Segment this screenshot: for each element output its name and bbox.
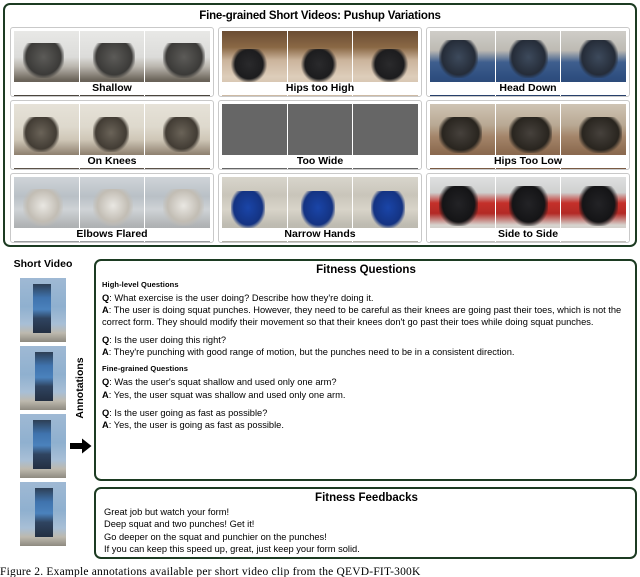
figure-root: Fine-grained Short Videos: Pushup Variat… bbox=[0, 0, 640, 577]
variation-cell[interactable]: Narrow Hands bbox=[218, 173, 422, 243]
variation-cell[interactable]: On Knees bbox=[10, 100, 214, 170]
qa-pair: Q: What exercise is the user doing? Desc… bbox=[102, 292, 630, 328]
variation-cell[interactable]: Hips Too Low bbox=[426, 100, 630, 170]
arrow-right-icon bbox=[70, 438, 92, 454]
fitness-feedbacks-panel: Fitness Feedbacks Great job but watch yo… bbox=[94, 487, 637, 559]
feedback-lines: Great job but watch your form! Deep squat… bbox=[104, 506, 629, 555]
variation-label: Shallow bbox=[11, 82, 213, 95]
answer-line: A: Yes, the user squat was shallow and u… bbox=[102, 389, 630, 401]
variation-cell[interactable]: Side to Side bbox=[426, 173, 630, 243]
variation-cell[interactable]: Too Wide bbox=[218, 100, 422, 170]
question-section-heading: High-level Questions bbox=[102, 280, 179, 289]
questions-body: High-level Questions Q: What exercise is … bbox=[102, 280, 630, 431]
answer-line: A: Yes, the user is going as fast as pos… bbox=[102, 419, 630, 431]
variation-label: Too Wide bbox=[219, 155, 421, 168]
figure-caption: Figure 2. Example annotations available … bbox=[0, 566, 421, 577]
pushup-variations-title: Fine-grained Short Videos: Pushup Variat… bbox=[199, 10, 441, 22]
variation-label: Elbows Flared bbox=[11, 228, 213, 241]
answer-line: A: They're punching with good range of m… bbox=[102, 346, 630, 358]
answer-marker: A bbox=[102, 389, 109, 400]
variation-label: Hips Too Low bbox=[427, 155, 629, 168]
annotations-label: Annotations bbox=[74, 357, 86, 419]
question-line: Q: What exercise is the user doing? Desc… bbox=[102, 292, 630, 304]
question-text: : Was the user's squat shallow and used … bbox=[109, 377, 337, 388]
variation-label: Hips too High bbox=[219, 82, 421, 95]
question-section-heading: Fine-grained Questions bbox=[102, 364, 188, 374]
variation-label: Narrow Hands bbox=[219, 228, 421, 241]
short-video-title: Short Video bbox=[13, 258, 73, 270]
feedback-line: Deep squat and two punches! Get it! bbox=[104, 519, 255, 530]
question-line: Q: Is the user going as fast as possible… bbox=[102, 407, 630, 419]
fitness-feedbacks-title: Fitness Feedbacks bbox=[315, 492, 418, 504]
question-text: : Is the user doing this right? bbox=[109, 335, 227, 346]
question-line: Q: Was the user's squat shallow and used… bbox=[102, 376, 630, 388]
answer-marker: A bbox=[102, 305, 109, 316]
qa-pair: Q: Is the user going as fast as possible… bbox=[102, 407, 630, 431]
variation-label: Head Down bbox=[427, 82, 629, 95]
question-line: Q: Is the user doing this right? bbox=[102, 334, 630, 346]
fitness-questions-panel: Fitness Questions High-level Questions Q:… bbox=[94, 259, 637, 481]
variations-grid: Shallow Hips too High Head Down On Knees Too… bbox=[10, 27, 630, 243]
question-text: : Is the user going as fast as possible? bbox=[109, 407, 268, 418]
answer-marker: A bbox=[102, 419, 109, 430]
variations-row: On Knees Too Wide Hips Too Low bbox=[10, 100, 630, 170]
frame-image bbox=[20, 346, 66, 410]
qa-pair: Q: Is the user doing this right? A: They'… bbox=[102, 334, 630, 358]
answer-text: : The user is doing squat punches. Howev… bbox=[102, 305, 622, 328]
variation-label: Side to Side bbox=[427, 228, 629, 241]
variation-cell[interactable]: Elbows Flared bbox=[10, 173, 214, 243]
variation-cell[interactable]: Head Down bbox=[426, 27, 630, 97]
frame-image bbox=[20, 278, 66, 342]
feedback-line: Go deeper on the squat and punchier on t… bbox=[104, 531, 327, 542]
short-video-frame[interactable] bbox=[20, 414, 66, 478]
short-video-frame[interactable] bbox=[20, 482, 66, 546]
frame-image bbox=[20, 482, 66, 546]
short-video-frame[interactable] bbox=[20, 278, 66, 342]
question-text: : What exercise is the user doing? Descr… bbox=[109, 293, 374, 303]
qa-pair: Q: Was the user's squat shallow and used… bbox=[102, 376, 630, 400]
fitness-questions-title: Fitness Questions bbox=[316, 264, 416, 276]
variations-row: Shallow Hips too High Head Down bbox=[10, 27, 630, 97]
annotations-connector: Annotations bbox=[68, 330, 92, 480]
answer-text: : Yes, the user squat was shallow and us… bbox=[108, 389, 346, 400]
short-video-frame[interactable] bbox=[20, 346, 66, 410]
variations-row: Elbows Flared Narrow Hands Side to Side bbox=[10, 173, 630, 243]
feedback-line: If you can keep this speed up, great, ju… bbox=[104, 543, 360, 554]
variation-cell[interactable]: Shallow bbox=[10, 27, 214, 97]
answer-marker: A bbox=[102, 347, 109, 358]
answer-text: : They're punching with good range of mo… bbox=[108, 347, 515, 358]
frame-image bbox=[20, 414, 66, 478]
answer-line: A: The user is doing squat punches. Howe… bbox=[102, 304, 630, 328]
variation-label: On Knees bbox=[11, 155, 213, 168]
short-video-frame-strip bbox=[20, 278, 66, 546]
pushup-variations-panel: Fine-grained Short Videos: Pushup Variat… bbox=[3, 3, 637, 247]
answer-text: : Yes, the user is going as fast as poss… bbox=[108, 419, 284, 430]
feedback-line: Great job but watch your form! bbox=[104, 507, 230, 517]
variation-cell[interactable]: Hips too High bbox=[218, 27, 422, 97]
